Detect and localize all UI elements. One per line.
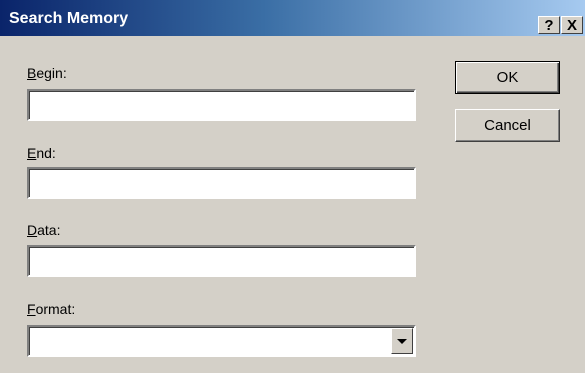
data-label-text: ata: xyxy=(37,222,61,238)
help-button[interactable]: ? xyxy=(538,16,560,34)
data-label: Data: xyxy=(27,222,60,239)
help-icon: ? xyxy=(544,16,554,34)
cancel-button[interactable]: Cancel xyxy=(455,109,560,142)
format-label: Format: xyxy=(27,301,75,318)
end-label-text: nd: xyxy=(36,145,56,161)
begin-label: Begin: xyxy=(27,65,67,82)
chevron-down-icon xyxy=(397,338,407,344)
begin-input[interactable] xyxy=(27,89,416,121)
close-icon: X xyxy=(566,16,577,34)
format-label-accelerator: F xyxy=(27,301,36,317)
data-input[interactable] xyxy=(27,245,416,277)
window-title: Search Memory xyxy=(9,10,129,27)
close-button[interactable]: X xyxy=(561,16,583,34)
end-label-accelerator: E xyxy=(27,145,37,161)
search-memory-dialog: Search Memory ? X Begin: End: Data: Form… xyxy=(0,0,585,373)
data-label-accelerator: D xyxy=(27,222,38,238)
format-label-text: ormat: xyxy=(35,301,76,317)
end-input[interactable] xyxy=(27,167,416,199)
begin-label-accelerator: B xyxy=(27,65,37,81)
end-label: End: xyxy=(27,145,56,162)
begin-label-text: egin: xyxy=(36,65,67,81)
format-dropdown-button[interactable] xyxy=(391,328,413,354)
format-dropdown[interactable] xyxy=(27,325,416,357)
ok-button[interactable]: OK xyxy=(455,61,560,94)
title-bar[interactable]: Search Memory ? X xyxy=(0,0,585,36)
